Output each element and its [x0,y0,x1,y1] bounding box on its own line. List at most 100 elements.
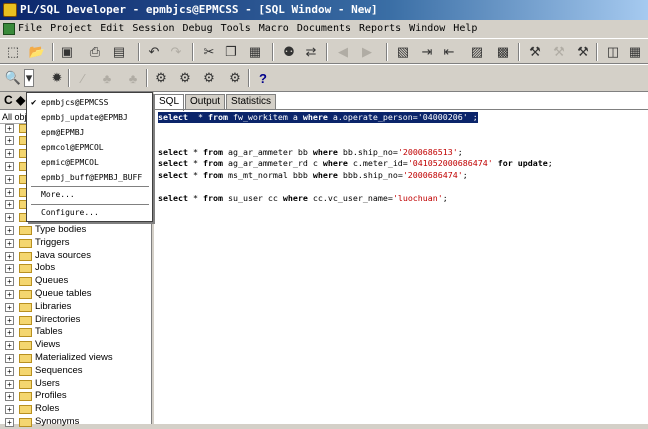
dropdown-arrow-icon[interactable]: ▾ [24,69,34,87]
cut-icon[interactable]: ✂ [200,43,218,61]
paste-icon[interactable]: ▦ [246,43,264,61]
tree-item-label: Directories [35,313,81,325]
expand-icon[interactable]: + [5,315,14,325]
replace-icon[interactable]: ⇄ [302,43,320,61]
menu-session[interactable]: Session [132,20,174,38]
configure-item[interactable]: Configure... [27,206,152,220]
expand-icon[interactable]: + [5,174,14,184]
expand-icon[interactable]: + [5,328,14,338]
menu-macro[interactable]: Macro [259,20,289,38]
expand-icon[interactable]: + [5,162,14,171]
connection-item[interactable]: epm@EPMBJ [27,126,152,140]
code-token: cc.vc_user_name= [307,192,393,203]
code-token: where [282,192,308,203]
menu-project[interactable]: Project [50,20,92,38]
menu-tools[interactable]: Tools [221,20,251,38]
expand-icon[interactable]: + [5,251,14,261]
connection-item[interactable]: epmcol@EPMCOL [27,141,152,155]
expand-icon[interactable]: + [5,264,14,274]
db-icon4[interactable]: ⚙ [226,69,244,87]
uncomment-icon[interactable]: ▩ [494,43,512,61]
menu-help[interactable]: Help [453,20,477,38]
tool3-icon[interactable]: ⚒ [574,43,592,61]
compile-icon[interactable]: ▧ [394,43,412,61]
window2-icon[interactable]: ▦ [626,43,644,61]
unindent-icon[interactable]: ⇤ [440,43,458,61]
save-icon[interactable]: ▣ [58,43,76,61]
rollback-icon[interactable]: ⁄ [74,69,92,87]
expand-icon[interactable]: + [5,238,14,248]
expand-icon[interactable]: + [5,366,14,376]
folder-icon [19,392,32,402]
menu-reports[interactable]: Reports [359,20,401,38]
db-icon1[interactable]: ⚙ [152,69,170,87]
tree-item-label: Views [35,339,61,351]
expand-icon[interactable]: + [5,392,14,402]
expand-icon[interactable]: + [5,226,14,235]
expand-icon[interactable]: + [5,187,14,197]
redo-icon[interactable]: ↷ [167,43,185,61]
tree-item-label: Triggers [35,236,70,248]
key-icon[interactable]: 🔍 [4,69,22,87]
tool1-icon[interactable]: ⚒ [526,43,544,61]
code-token: from [202,158,223,168]
check-icon: ✔ [31,98,37,108]
expand-icon[interactable]: + [5,302,14,312]
connection-item[interactable]: epmbj_update@EPMBJ [27,111,152,125]
code-token: su_user cc [222,192,283,203]
indent-icon[interactable]: ⇥ [418,43,436,61]
connection-item[interactable]: ✔ epmbjcs@EPMCSS [27,96,152,110]
menu-file[interactable]: File [18,20,42,38]
object-icon[interactable]: ✹ [48,69,66,87]
expand-icon[interactable]: + [5,418,14,427]
db-icon2[interactable]: ⚙ [176,69,194,87]
window1-icon[interactable]: ◫ [604,43,622,61]
expand-icon[interactable]: + [5,354,14,363]
expand-icon[interactable]: + [5,213,14,223]
expand-icon[interactable]: + [5,405,14,415]
menu-edit[interactable]: Edit [100,20,124,38]
code-token: ; [442,192,448,203]
tree-item-label: Profiles [35,390,67,402]
connection-item[interactable]: epmic@EPMCOL [27,156,152,170]
commit-icon[interactable]: ♣ [98,69,116,87]
menu-window[interactable]: Window [409,20,445,38]
db-icon3[interactable]: ⚙ [200,69,218,87]
code-token: bb.ship_no= [337,146,398,157]
menu-documents[interactable]: Documents [297,20,351,38]
expand-icon[interactable]: + [5,123,14,133]
expand-icon[interactable]: + [5,290,14,299]
more-connections-item[interactable]: More... [27,188,152,202]
menu-debug[interactable]: Debug [183,20,213,38]
expand-icon[interactable]: + [5,200,14,210]
back-icon[interactable]: ◀ [334,43,352,61]
copy-icon[interactable]: ❐ [222,43,240,61]
connection-item[interactable]: epmbj_buff@EPMBJ_BUFF [27,171,152,185]
tree-item-label: Synonyms [35,416,80,427]
help-icon[interactable]: ? [254,69,272,87]
find-icon[interactable]: ⚉ [280,43,298,61]
code-token: select [158,146,188,157]
tab-statistics[interactable]: Statistics [226,94,277,109]
code-token: * [187,112,208,122]
comment-icon[interactable]: ▨ [468,43,486,61]
open-icon[interactable]: 📂 [28,43,46,61]
expand-icon[interactable]: + [5,341,14,351]
expand-icon[interactable]: + [5,136,14,146]
sql-window-icon[interactable] [3,23,15,35]
print-icon[interactable]: ⎙ [86,43,104,61]
tool2-icon[interactable]: ⚒ [550,43,568,61]
new-icon[interactable]: ⬚ [4,43,22,61]
stop-icon[interactable]: ♣ [124,69,142,87]
tab-output[interactable]: Output [185,94,226,109]
print-preview-icon[interactable]: ▤ [110,43,128,61]
folder-icon [19,290,32,299]
expand-icon[interactable]: + [5,149,14,159]
code-token: from [202,192,223,203]
sql-editor[interactable]: SQL Output Statistics select * from fw_wor… [154,92,648,424]
tree-item-label: Type bodies [35,224,87,235]
forward-icon[interactable]: ▶ [358,43,376,61]
undo-icon[interactable]: ↶ [145,43,163,61]
expand-icon[interactable]: + [5,379,14,389]
expand-icon[interactable]: + [5,277,14,287]
